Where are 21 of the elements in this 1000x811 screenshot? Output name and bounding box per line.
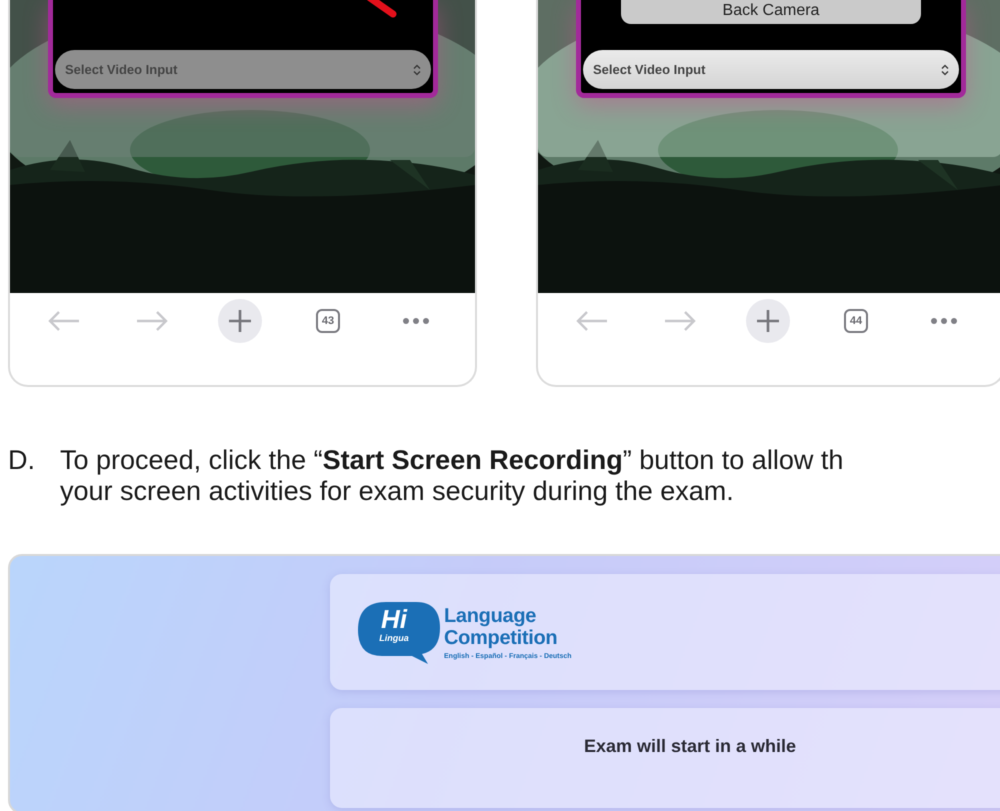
- select-field[interactable]: Select Video Input: [583, 50, 959, 89]
- plus-icon[interactable]: [746, 299, 790, 343]
- logo-title: Language: [444, 604, 538, 626]
- select-placeholder: Select Video Input: [593, 62, 706, 77]
- speech-bubble-icon: [356, 600, 442, 664]
- more-icon[interactable]: [930, 317, 958, 325]
- plus-icon[interactable]: [218, 299, 262, 343]
- instruction-text: your screen activities for exam security during the exam.: [60, 476, 735, 507]
- chevron-icon[interactable]: [941, 64, 949, 76]
- select-field[interactable]: Select Video Input: [55, 50, 431, 89]
- select-placeholder: Select Video Input: [65, 62, 178, 77]
- logo-title: Competition: [444, 626, 558, 648]
- logo-subtext: Lingua: [379, 632, 409, 644]
- list-marker: D.: [8, 445, 36, 477]
- more-icon[interactable]: [402, 317, 430, 325]
- status-text: Exam will start in a while: [582, 736, 798, 757]
- tab-count[interactable]: 43: [316, 309, 340, 333]
- instruction-text: To proceed, click the “Start Screen Recording” button to allow th: [60, 445, 844, 476]
- menu-option[interactable]: Back Camera: [621, 0, 921, 24]
- tab-count[interactable]: 44: [844, 309, 868, 333]
- logo-mark: Hi: [381, 606, 407, 632]
